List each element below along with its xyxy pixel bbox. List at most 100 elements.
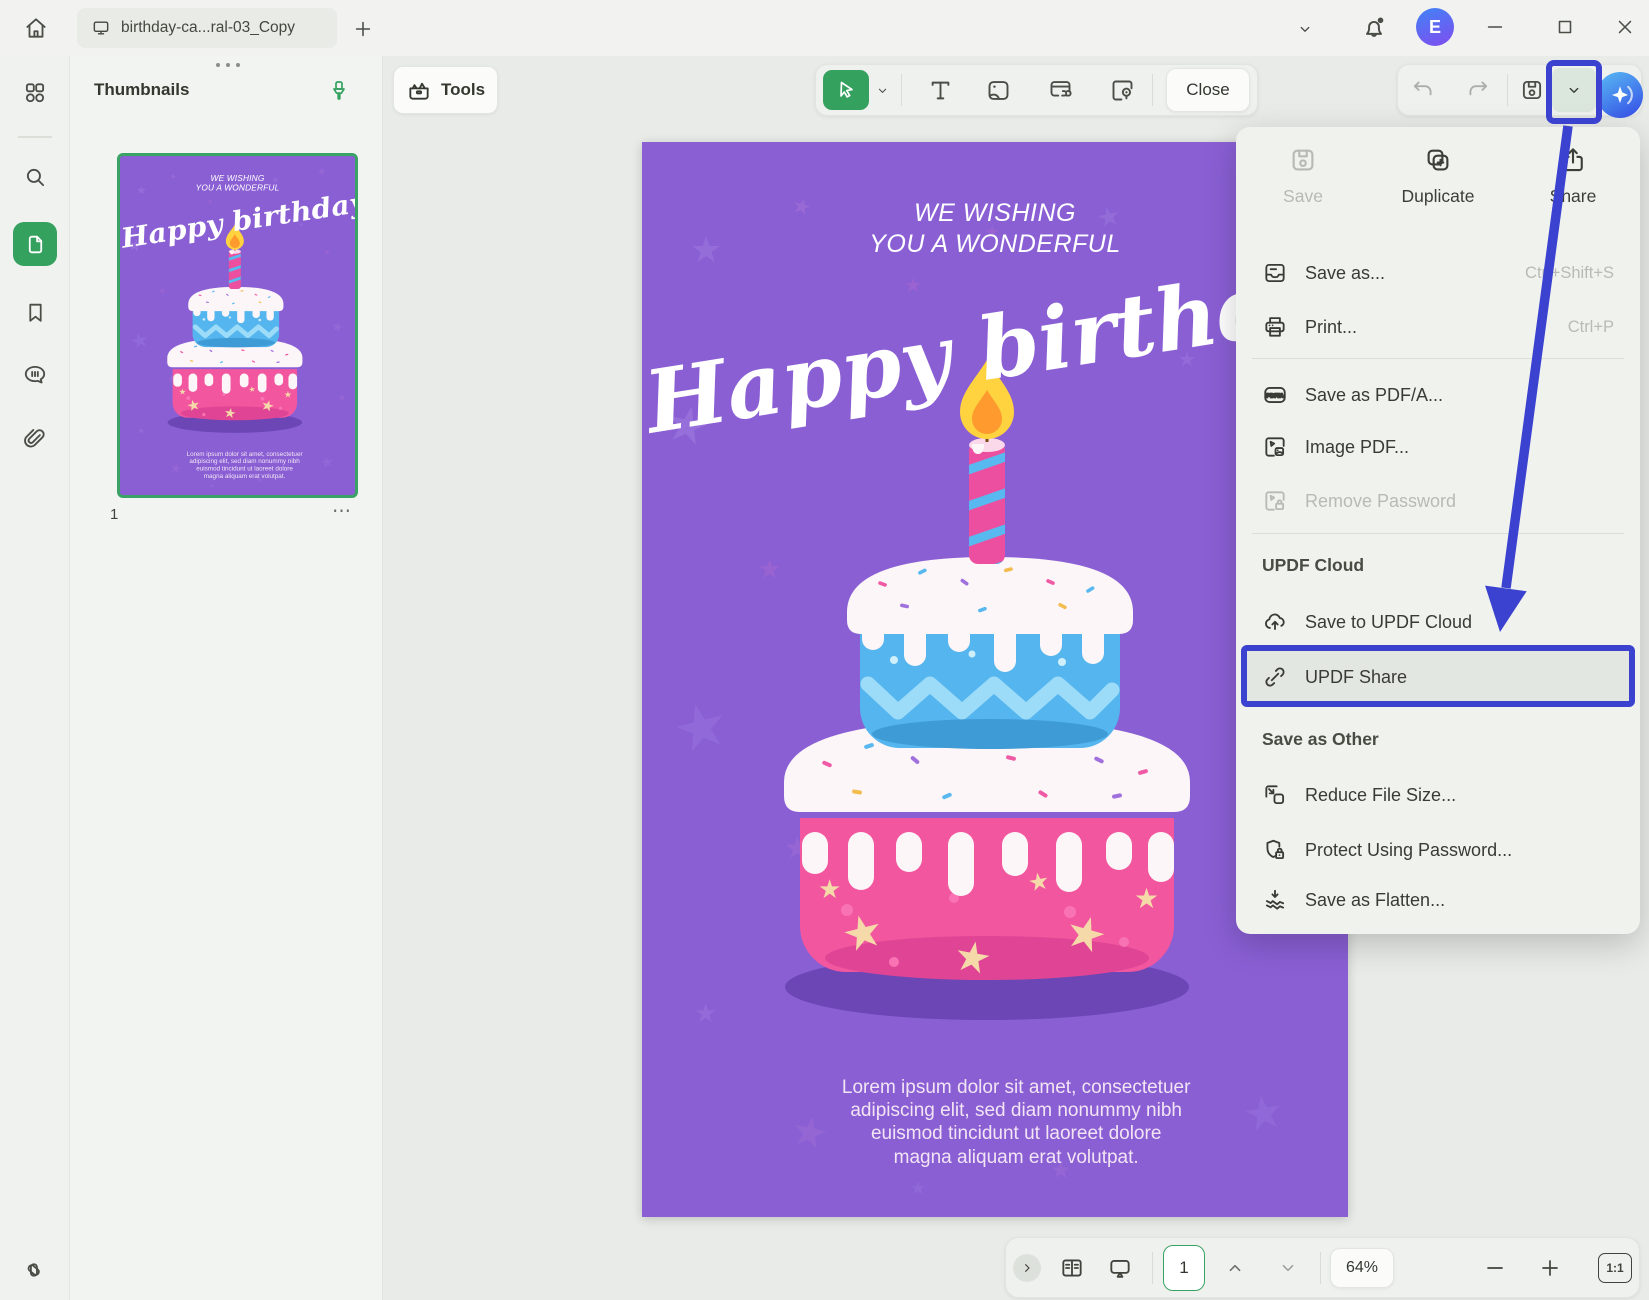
close-window-button[interactable] bbox=[1610, 12, 1640, 42]
location-tool-button[interactable] bbox=[1102, 70, 1142, 110]
menu-item-print[interactable]: Print... Ctrl+P bbox=[1236, 301, 1640, 353]
tools-button[interactable]: Tools bbox=[393, 66, 498, 114]
menu-item-label: Save to UPDF Cloud bbox=[1305, 612, 1472, 633]
title-bar: birthday-ca...ral-03_Copy E bbox=[0, 0, 1649, 56]
save-icon bbox=[1519, 77, 1545, 103]
image-tool-button[interactable] bbox=[978, 70, 1018, 110]
zoom-in-button[interactable] bbox=[1530, 1248, 1570, 1288]
actual-size-button[interactable]: 1:1 bbox=[1598, 1253, 1632, 1283]
notifications-button[interactable] bbox=[1356, 10, 1392, 46]
save-dropdown-menu: Save Duplicate Share Save as... Ctrl+Shi… bbox=[1236, 127, 1640, 934]
annotation-highlight-box bbox=[1546, 60, 1602, 124]
quick-duplicate-label: Duplicate bbox=[1402, 186, 1475, 207]
save-as-icon bbox=[1262, 260, 1288, 286]
zoom-level-value: 64% bbox=[1346, 1259, 1378, 1277]
previous-page-button[interactable] bbox=[1215, 1248, 1255, 1288]
chevron-right-icon bbox=[1019, 1260, 1035, 1276]
page-layout-button[interactable] bbox=[1052, 1248, 1092, 1288]
home-button[interactable] bbox=[14, 8, 58, 48]
presentation-mode-button[interactable] bbox=[1100, 1248, 1140, 1288]
remove-password-icon bbox=[1262, 488, 1288, 514]
card-body-text: Lorem ipsum dolor sit amet, consectetuer… bbox=[186, 450, 303, 479]
next-page-button[interactable] bbox=[1268, 1248, 1308, 1288]
ai-assistant-button[interactable] bbox=[1597, 72, 1643, 118]
maximize-button[interactable] bbox=[1550, 12, 1580, 42]
chevron-up-icon bbox=[1224, 1257, 1246, 1279]
statusbar-divider bbox=[1320, 1252, 1321, 1284]
zoom-level-button[interactable]: 64% bbox=[1330, 1248, 1394, 1288]
menu-item-updf-share[interactable]: UPDF Share bbox=[1236, 651, 1640, 703]
document-tab[interactable]: birthday-ca...ral-03_Copy bbox=[77, 8, 337, 48]
menu-quick-share[interactable]: Share bbox=[1506, 145, 1640, 207]
sidebar-item-grid[interactable] bbox=[13, 71, 57, 115]
menu-item-protect-using-password[interactable]: Protect Using Password... bbox=[1236, 824, 1640, 876]
quick-share-label: Share bbox=[1550, 186, 1597, 207]
page-thumbnail[interactable]: WE WISHING YOU A WONDERFUL Happy birthda… bbox=[117, 153, 358, 498]
menu-item-label: Save as Flatten... bbox=[1305, 890, 1445, 911]
menu-item-save-as[interactable]: Save as... Ctrl+Shift+S bbox=[1236, 247, 1640, 299]
sidebar-item-bookmarks[interactable] bbox=[13, 290, 57, 334]
sidebar-item-attachments[interactable] bbox=[13, 418, 57, 462]
menu-item-save-as-flatten[interactable]: Save as Flatten... bbox=[1236, 874, 1640, 926]
menu-divider bbox=[1252, 358, 1624, 359]
menu-section-header-other: Save as Other bbox=[1262, 713, 1379, 765]
redo-button[interactable] bbox=[1458, 70, 1498, 110]
plus-icon bbox=[1538, 1256, 1562, 1280]
sidebar-item-comments[interactable] bbox=[13, 353, 57, 397]
menu-item-save-as-pdfa[interactable]: PDF/A Save as PDF/A... bbox=[1236, 369, 1640, 421]
page-number-input[interactable]: 1 bbox=[1163, 1245, 1205, 1291]
menu-quick-duplicate[interactable]: Duplicate bbox=[1371, 145, 1505, 207]
link-icon bbox=[1262, 664, 1288, 690]
menu-item-label: Reduce File Size... bbox=[1305, 785, 1456, 806]
menu-item-label: Image PDF... bbox=[1305, 437, 1409, 458]
toolbar-divider bbox=[901, 74, 902, 106]
cursor-icon bbox=[834, 78, 858, 102]
zoom-out-button[interactable] bbox=[1475, 1248, 1515, 1288]
link-tool-button[interactable] bbox=[1040, 70, 1080, 110]
menu-item-label: Print... bbox=[1305, 317, 1357, 338]
image-pdf-icon bbox=[1262, 434, 1288, 460]
panel-resize-handle[interactable] bbox=[205, 58, 251, 72]
undo-button[interactable] bbox=[1403, 70, 1443, 110]
new-tab-button[interactable] bbox=[348, 14, 378, 44]
minimize-button[interactable] bbox=[1480, 12, 1510, 42]
sidebar-item-search[interactable] bbox=[13, 155, 57, 199]
minus-icon bbox=[1483, 1256, 1507, 1280]
thumbnail-card: WE WISHING YOU A WONDERFUL Happy birthda… bbox=[120, 156, 355, 495]
expand-statusbar-button[interactable] bbox=[1013, 1254, 1041, 1282]
menu-item-image-pdf[interactable]: Image PDF... bbox=[1236, 421, 1640, 473]
text-tool-button[interactable] bbox=[920, 70, 960, 110]
menu-item-save-to-updf-cloud[interactable]: Save to UPDF Cloud bbox=[1236, 596, 1640, 648]
close-button[interactable]: Close bbox=[1166, 68, 1250, 112]
thumbnail-more-button[interactable]: ⋯ bbox=[332, 500, 352, 523]
quick-save-label: Save bbox=[1283, 186, 1323, 207]
presenter-icon bbox=[1107, 1255, 1133, 1281]
share-icon bbox=[1558, 145, 1588, 175]
select-tool-button[interactable] bbox=[823, 70, 869, 110]
menu-item-label: Save as PDF/A... bbox=[1305, 385, 1443, 406]
menu-quick-save[interactable]: Save bbox=[1236, 145, 1370, 207]
page-icon bbox=[23, 232, 48, 257]
sidebar-item-thumbnails-active[interactable] bbox=[13, 222, 57, 266]
menu-item-label: Save as... bbox=[1305, 263, 1385, 284]
statusbar-divider bbox=[1152, 1252, 1153, 1284]
sidebar-item-swatches[interactable] bbox=[13, 1245, 57, 1289]
monitor-icon bbox=[91, 18, 111, 38]
select-tool-dropdown[interactable] bbox=[870, 78, 894, 102]
toolbar-divider bbox=[1152, 74, 1153, 106]
svg-text:PDF/A: PDF/A bbox=[1266, 393, 1284, 399]
menu-item-remove-password: Remove Password bbox=[1236, 475, 1640, 527]
pin-panel-button[interactable] bbox=[324, 76, 354, 106]
paperclip-icon bbox=[22, 427, 48, 453]
menu-item-reduce-file-size[interactable]: Reduce File Size... bbox=[1236, 769, 1640, 821]
plus-icon bbox=[352, 18, 374, 40]
chevron-down-icon bbox=[1277, 1257, 1299, 1279]
sparkle-icon bbox=[1605, 80, 1635, 110]
tab-title: birthday-ca...ral-03_Copy bbox=[121, 19, 295, 37]
page-pin-icon bbox=[1109, 77, 1136, 104]
avatar[interactable]: E bbox=[1416, 8, 1454, 46]
titlebar-dropdown-button[interactable] bbox=[1290, 16, 1320, 42]
menu-item-label: Remove Password bbox=[1305, 491, 1456, 512]
menu-item-shortcut: Ctrl+P bbox=[1568, 318, 1614, 337]
chevron-down-icon bbox=[1296, 20, 1314, 38]
